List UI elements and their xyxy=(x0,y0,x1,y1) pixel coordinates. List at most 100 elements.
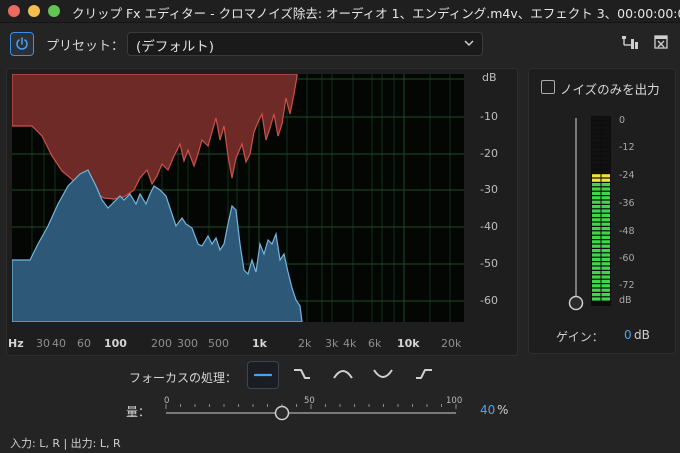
freq-label: 30 xyxy=(36,337,50,350)
gain-value[interactable]: 0 xyxy=(624,328,632,342)
meter-cell xyxy=(601,121,610,125)
freq-label: 10k xyxy=(397,337,420,350)
meter-cell xyxy=(601,257,610,261)
focus-mid-cut-button[interactable] xyxy=(368,361,398,387)
meter-tick: 0 xyxy=(619,115,626,126)
close-window-button[interactable] xyxy=(8,5,20,17)
amount-slider[interactable] xyxy=(160,404,465,422)
noise-only-checkbox[interactable] xyxy=(541,80,555,94)
meter-cell xyxy=(601,235,610,239)
meter-cell xyxy=(592,156,601,160)
meter-cell xyxy=(601,205,610,209)
gain-slider-knob[interactable] xyxy=(568,295,584,311)
routing-icon[interactable] xyxy=(621,35,639,51)
amount-unit: % xyxy=(497,403,509,417)
meter-cell xyxy=(601,279,610,283)
preset-label: プリセット： xyxy=(46,39,125,54)
meter-cell xyxy=(601,284,610,288)
meter-cell xyxy=(592,161,601,165)
spectrum-graph[interactable] xyxy=(12,74,464,322)
meter-cell xyxy=(592,240,601,244)
freq-label: 6k xyxy=(368,337,382,350)
preset-dropdown[interactable]: (デフォルト) xyxy=(127,32,483,56)
freq-label: 1k xyxy=(252,337,267,350)
freq-label: 100 xyxy=(104,337,127,350)
meter-cell xyxy=(601,209,610,213)
title-bar: クリップ Fx エディター - クロマノイズ除去: オーディオ 1、エンディング… xyxy=(0,0,680,23)
meter-tick: -24 xyxy=(619,170,635,181)
freq-label: 300 xyxy=(177,337,198,350)
gain-slider[interactable] xyxy=(566,116,588,312)
meter-cell xyxy=(592,209,601,213)
focus-all-button[interactable] xyxy=(247,361,279,389)
meter-cell xyxy=(601,191,610,195)
meter-cell xyxy=(601,262,610,266)
mid-frequencies-icon xyxy=(333,370,353,379)
meter-cell xyxy=(601,161,610,165)
meter-tick: -36 xyxy=(619,198,635,209)
meter-cell xyxy=(592,293,601,297)
meter-cell xyxy=(601,249,610,253)
focus-mid-button[interactable] xyxy=(328,361,358,387)
meter-cell xyxy=(601,253,610,257)
meter-cell xyxy=(592,121,601,125)
meter-cell xyxy=(601,222,610,226)
meter-cell xyxy=(592,130,601,134)
amount-slider-knob[interactable] xyxy=(274,405,290,421)
meter-cell xyxy=(592,152,601,156)
db-label: dB xyxy=(482,71,497,84)
meter-cell xyxy=(601,130,610,134)
meter-cell xyxy=(601,288,610,292)
meter-cell xyxy=(601,183,610,187)
freq-label: 4k xyxy=(343,337,357,350)
minimize-window-button[interactable] xyxy=(28,5,40,17)
meter-cell xyxy=(601,266,610,270)
meter-cell xyxy=(592,257,601,261)
meter-cell xyxy=(592,205,601,209)
meter-cell xyxy=(592,244,601,248)
meter-cell xyxy=(592,169,601,173)
meter-cell xyxy=(601,231,610,235)
meter-unit: dB xyxy=(619,295,632,306)
meter-cell xyxy=(592,275,601,279)
meter-cell xyxy=(592,143,601,147)
meter-cell xyxy=(592,165,601,169)
meter-cell xyxy=(592,288,601,292)
freq-label: 20k xyxy=(441,337,462,350)
meter-cell xyxy=(601,218,610,222)
meter-cell xyxy=(601,227,610,231)
meter-tick: -12 xyxy=(619,142,635,153)
db-label: -30 xyxy=(480,183,498,196)
window-title: クリップ Fx エディター - クロマノイズ除去: オーディオ 1、エンディング… xyxy=(72,6,680,21)
zoom-window-button[interactable] xyxy=(48,5,60,17)
freq-label: 40 xyxy=(52,337,66,350)
meter-cell xyxy=(601,200,610,204)
db-label: -10 xyxy=(480,110,498,123)
chevron-down-icon xyxy=(464,40,474,47)
meter-cell xyxy=(592,266,601,270)
level-meter xyxy=(591,116,611,306)
meter-cell xyxy=(592,200,601,204)
meter-cell xyxy=(601,139,610,143)
meter-cell xyxy=(592,218,601,222)
meter-cell xyxy=(592,297,601,301)
noise-only-label: ノイズのみを出力 xyxy=(560,82,660,97)
amount-value[interactable]: 40 xyxy=(480,403,495,417)
close-panel-icon[interactable] xyxy=(654,35,668,49)
gain-label: ゲイン： xyxy=(556,330,604,344)
freq-label: 60 xyxy=(77,337,91,350)
mid-frequencies-icon-2 xyxy=(373,369,393,378)
focus-high-button[interactable] xyxy=(409,361,439,387)
meter-cell xyxy=(601,244,610,248)
meter-cell xyxy=(601,187,610,191)
freq-label: 200 xyxy=(151,337,172,350)
meter-cell xyxy=(592,174,601,178)
freq-label: 500 xyxy=(208,337,229,350)
power-button[interactable] xyxy=(10,32,34,56)
focus-low-button[interactable] xyxy=(287,361,317,387)
meter-cell xyxy=(601,169,610,173)
freq-label: 3k xyxy=(325,337,339,350)
preset-value: (デフォルト) xyxy=(136,39,215,55)
meter-cell xyxy=(592,147,601,151)
meter-cell xyxy=(592,235,601,239)
